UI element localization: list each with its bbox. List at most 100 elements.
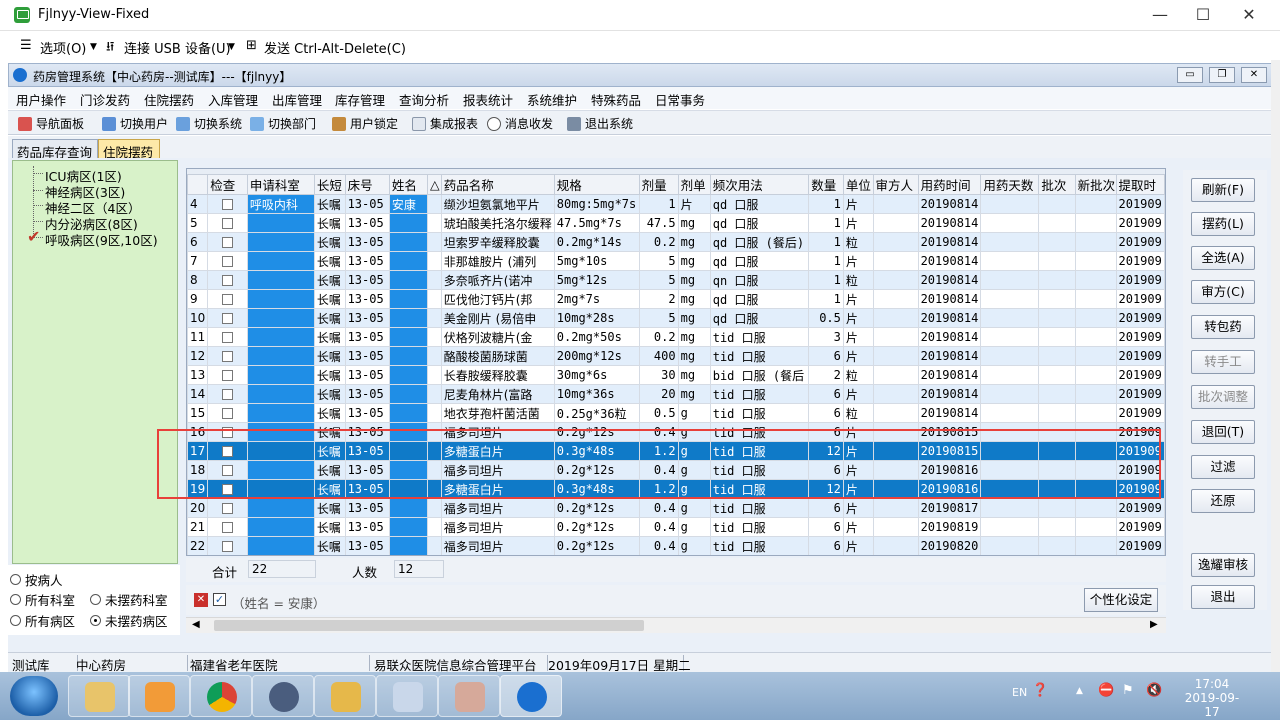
taskbar-nurse[interactable] bbox=[438, 675, 500, 717]
menu-outpatient[interactable]: 门诊发药 bbox=[80, 90, 130, 109]
order-type-cell[interactable]: 长嘱 bbox=[313, 403, 346, 423]
drug-name-cell[interactable]: 福多司坦片 bbox=[440, 498, 555, 518]
column-header[interactable]: 药品名称 bbox=[440, 174, 555, 195]
spec-cell[interactable]: 2mg*7s bbox=[553, 289, 640, 309]
menu-inpatient[interactable]: 住院摆药 bbox=[144, 90, 194, 109]
batch-cell[interactable] bbox=[1038, 536, 1076, 555]
dose-cell[interactable]: 47.5 bbox=[638, 213, 679, 233]
select-all-button[interactable]: 全选(A) bbox=[1191, 246, 1255, 270]
chevron-down-icon[interactable]: ▼ bbox=[90, 42, 97, 52]
new-batch-cell[interactable] bbox=[1074, 289, 1117, 309]
dept-cell[interactable] bbox=[246, 289, 315, 309]
radio-all-wards[interactable]: 所有病区 bbox=[10, 611, 75, 630]
patient-cell[interactable] bbox=[388, 384, 429, 404]
quantity-cell[interactable]: 1 bbox=[808, 213, 844, 233]
unit-cell[interactable]: 片 bbox=[842, 517, 874, 537]
patient-cell[interactable] bbox=[388, 346, 429, 366]
reviewer-cell[interactable] bbox=[872, 232, 919, 252]
date-cell[interactable]: 20190819 bbox=[917, 517, 982, 537]
date-cell[interactable]: 20190814 bbox=[917, 365, 982, 385]
batch-cell[interactable] bbox=[1038, 289, 1076, 309]
table-row[interactable]: 13 长嘱 13-05 长春胺缓释胶囊 30mg*6s 30 mg bid 口服 (餐后 2 粒 2… bbox=[187, 365, 1165, 385]
extract-time-cell[interactable]: 201909 bbox=[1115, 308, 1165, 328]
dept-cell[interactable] bbox=[246, 232, 315, 252]
table-row[interactable]: 21 长嘱 13-05 福多司坦片 0.2g*12s 0.4 g tid 口服 6 片 201908… bbox=[187, 517, 1165, 537]
taskbar-compass[interactable] bbox=[252, 675, 314, 717]
frequency-cell[interactable]: qd 口服 (餐后) bbox=[709, 232, 810, 252]
order-type-cell[interactable]: 长嘱 bbox=[313, 251, 346, 271]
date-cell[interactable]: 20190814 bbox=[917, 327, 982, 347]
unit-cell[interactable]: 粒 bbox=[842, 232, 874, 252]
date-cell[interactable]: 20190814 bbox=[917, 270, 982, 290]
row-checkbox[interactable] bbox=[222, 408, 234, 419]
new-batch-cell[interactable] bbox=[1074, 517, 1117, 537]
order-type-cell[interactable]: 长嘱 bbox=[313, 308, 346, 328]
spec-cell[interactable]: 47.5mg*7s bbox=[553, 213, 640, 233]
viewer-menu-cad[interactable]: 发送 Ctrl-Alt-Delete(C) bbox=[264, 38, 406, 57]
batch-adjust-button[interactable]: 批次调整 bbox=[1191, 385, 1255, 409]
return-button[interactable]: 退回(T) bbox=[1191, 420, 1255, 444]
dept-cell[interactable] bbox=[246, 213, 315, 233]
frequency-cell[interactable]: qn 口服 bbox=[709, 270, 810, 290]
days-cell[interactable] bbox=[980, 327, 1040, 347]
row-checkbox[interactable] bbox=[222, 275, 234, 286]
dept-cell[interactable] bbox=[246, 536, 315, 555]
patient-cell[interactable]: 安康 bbox=[388, 194, 429, 214]
dose-cell[interactable]: 20 bbox=[638, 384, 679, 404]
radio-all-depts[interactable]: 所有科室 bbox=[10, 590, 75, 609]
batch-cell[interactable] bbox=[1038, 346, 1076, 366]
check-cell[interactable] bbox=[207, 365, 248, 385]
drug-name-cell[interactable]: 非那雄胺片 (浦列 bbox=[440, 251, 555, 271]
dose-cell[interactable]: 0.4 bbox=[638, 498, 679, 518]
days-cell[interactable] bbox=[980, 365, 1040, 385]
tab-stock-query[interactable]: 药品库存查询 bbox=[12, 139, 98, 160]
bed-cell[interactable]: 13-05 bbox=[344, 232, 390, 252]
refresh-button[interactable]: 刷新(F) bbox=[1191, 178, 1255, 202]
batch-cell[interactable] bbox=[1038, 251, 1076, 271]
unit-cell[interactable]: 片 bbox=[842, 536, 874, 555]
table-row[interactable]: 6 长嘱 13-05 坦索罗辛缓释胶囊 0.2mg*14s 0.2 mg qd 口服 (餐后)… bbox=[187, 232, 1165, 252]
extract-time-cell[interactable]: 201909 bbox=[1115, 327, 1165, 347]
frequency-cell[interactable]: tid 口服 bbox=[709, 327, 810, 347]
sort-cell[interactable] bbox=[427, 384, 442, 404]
unit-cell[interactable]: 片 bbox=[842, 308, 874, 328]
order-type-cell[interactable]: 长嘱 bbox=[313, 498, 346, 518]
days-cell[interactable] bbox=[980, 517, 1040, 537]
dispense-button[interactable]: 摆药(L) bbox=[1191, 212, 1255, 236]
menu-stock-in[interactable]: 入库管理 bbox=[208, 90, 258, 109]
dose-unit-cell[interactable]: mg bbox=[677, 327, 711, 347]
batch-cell[interactable] bbox=[1038, 194, 1076, 214]
frequency-cell[interactable]: tid 口服 bbox=[709, 384, 810, 404]
flag-icon[interactable]: ⚑ bbox=[1122, 683, 1134, 698]
row-number[interactable]: 20 bbox=[187, 498, 209, 518]
row-checkbox[interactable] bbox=[222, 313, 234, 324]
batch-cell[interactable] bbox=[1038, 213, 1076, 233]
new-batch-cell[interactable] bbox=[1074, 308, 1117, 328]
bed-cell[interactable]: 13-05 bbox=[344, 403, 390, 423]
taskbar-pharmacy-app[interactable] bbox=[500, 675, 562, 717]
taskbar-sql[interactable] bbox=[314, 675, 376, 717]
quantity-cell[interactable]: 1 bbox=[808, 194, 844, 214]
unit-cell[interactable]: 片 bbox=[842, 194, 874, 214]
dept-cell[interactable] bbox=[246, 346, 315, 366]
extract-time-cell[interactable]: 201909 bbox=[1115, 384, 1165, 404]
transfer-manual-button[interactable]: 转手工 bbox=[1191, 350, 1255, 374]
new-batch-cell[interactable] bbox=[1074, 232, 1117, 252]
bed-cell[interactable]: 13-05 bbox=[344, 194, 390, 214]
switch-dept-button[interactable]: 切换部门 bbox=[250, 115, 316, 132]
extract-time-cell[interactable]: 201909 bbox=[1115, 498, 1165, 518]
sort-cell[interactable] bbox=[427, 346, 442, 366]
frequency-cell[interactable]: bid 口服 (餐后 bbox=[709, 365, 810, 385]
tree-item-respiratory[interactable]: 呼吸病区(9区,10区) bbox=[45, 230, 158, 249]
nav-panel-button[interactable]: 导航面板 bbox=[18, 115, 84, 132]
start-button[interactable] bbox=[10, 676, 58, 716]
batch-cell[interactable] bbox=[1038, 365, 1076, 385]
row-number[interactable]: 8 bbox=[187, 270, 209, 290]
date-cell[interactable]: 20190814 bbox=[917, 289, 982, 309]
quantity-cell[interactable]: 2 bbox=[808, 365, 844, 385]
radio-undispensed-wards[interactable]: 未摆药病区 bbox=[90, 611, 168, 630]
check-cell[interactable] bbox=[207, 403, 248, 423]
row-number[interactable]: 15 bbox=[187, 403, 209, 423]
sort-cell[interactable] bbox=[427, 327, 442, 347]
menu-user-ops[interactable]: 用户操作 bbox=[16, 90, 66, 109]
